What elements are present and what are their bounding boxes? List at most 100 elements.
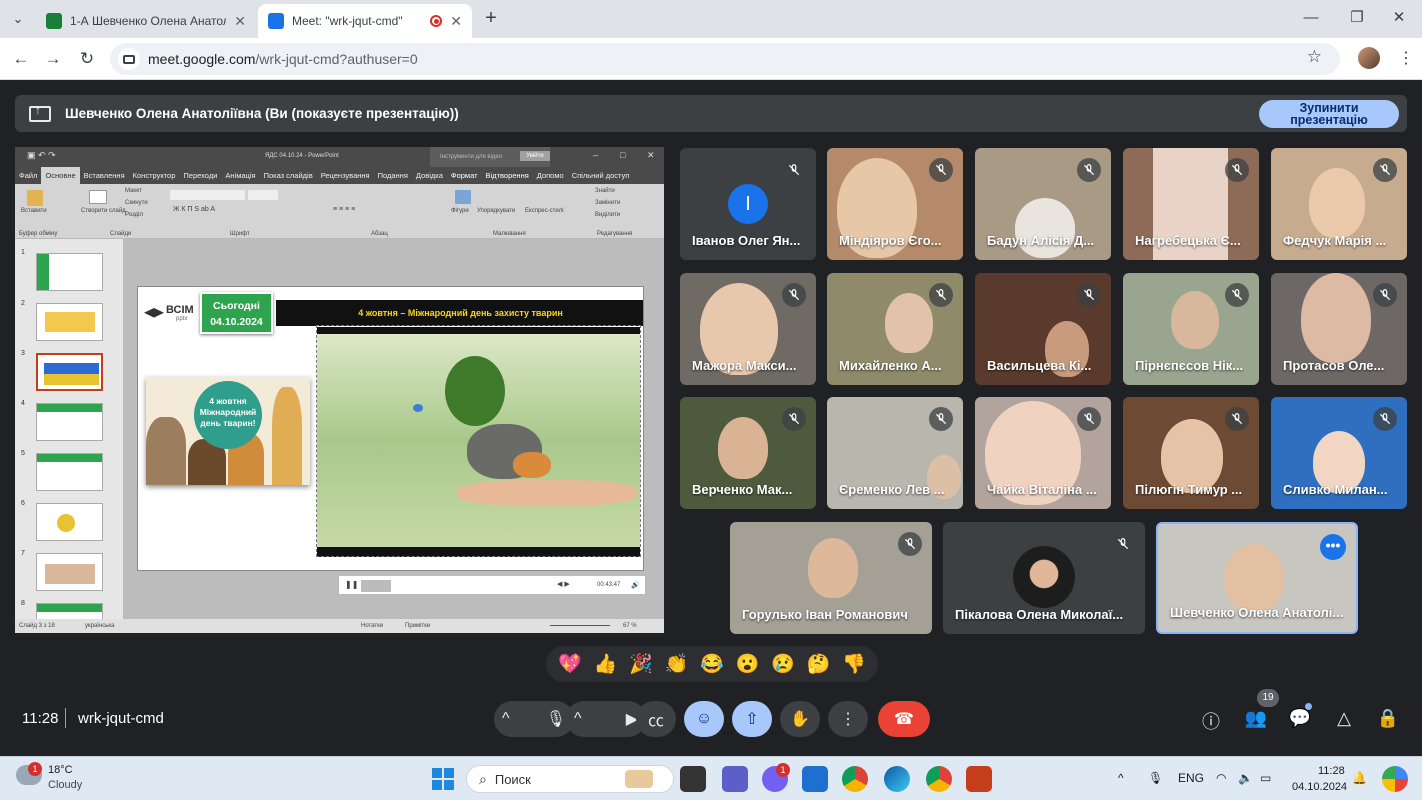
leave-call-button[interactable]: ☎: [878, 701, 930, 737]
copilot-icon[interactable]: [1382, 766, 1408, 792]
edge-icon[interactable]: [884, 766, 910, 792]
today-label: Сьогодні: [213, 300, 260, 312]
mic-off-icon: [1373, 158, 1397, 182]
chat-icon[interactable]: 💬: [1288, 708, 1312, 732]
store-icon[interactable]: [802, 766, 828, 792]
participant-tile[interactable]: Пірнєпєсов Нік...: [1123, 273, 1259, 385]
tab-search-icon[interactable]: ⌄: [6, 8, 30, 30]
participant-tile[interactable]: Михайленко А...: [827, 273, 963, 385]
participant-video: [1301, 273, 1371, 363]
thumbs-up-reaction[interactable]: 👍: [593, 652, 617, 676]
present-button[interactable]: ⇧: [732, 701, 772, 737]
participant-video: [1309, 168, 1365, 238]
participant-name: Пікалова Олена Миколаї...: [955, 607, 1124, 622]
tab-meet[interactable]: Meet: "wrk-jqut-cmd" ✕: [258, 4, 472, 38]
slide-thumbnail: [36, 303, 103, 341]
taskbar-time[interactable]: 11:28: [1318, 765, 1345, 777]
participant-tile[interactable]: Федчук Марія ...: [1271, 148, 1407, 260]
participant-tile[interactable]: Пікалова Олена Миколаї...: [943, 522, 1145, 634]
participant-name: Єременко Лев ...: [839, 482, 945, 497]
site-info-icon[interactable]: [118, 48, 140, 70]
volume-icon[interactable]: 🔈: [1238, 771, 1253, 785]
bookmark-star-icon[interactable]: ☆: [1307, 47, 1322, 67]
thinking-reaction[interactable]: 🤔: [807, 652, 831, 676]
camera-control[interactable]: ^ ▶: [566, 701, 646, 737]
poster-title-circle: 4 жовтня Міжнародний день тварин!: [194, 381, 262, 449]
participant-tile[interactable]: Сливко Милан...: [1271, 397, 1407, 509]
tray-chevron-icon[interactable]: ^: [1118, 771, 1124, 785]
chevron-up-icon[interactable]: ^: [502, 710, 510, 728]
thumbs-down-reaction[interactable]: 👎: [842, 652, 866, 676]
browser-tab-strip: ⌄ 1-А Шевченко Олена Анатолі ✕ Meet: "wr…: [0, 0, 1422, 38]
participant-tile[interactable]: Васильцева Кі...: [975, 273, 1111, 385]
ppt-sign-in: Увійти: [520, 151, 550, 161]
address-bar[interactable]: meet.google.com/wrk-jqut-cmd?authuser=0 …: [110, 43, 1340, 75]
language-indicator[interactable]: ENG: [1178, 771, 1204, 785]
participant-tile[interactable]: Пілюгін Тимур ...: [1123, 397, 1259, 509]
start-icon[interactable]: [432, 768, 454, 790]
captions-button[interactable]: ㏄: [636, 701, 676, 737]
logo-sub: pptx: [176, 316, 188, 322]
people-icon[interactable]: 👥: [1244, 708, 1268, 732]
laugh-reaction[interactable]: 😂: [700, 652, 724, 676]
wifi-icon[interactable]: ◠: [1216, 771, 1226, 785]
battery-icon[interactable]: ▭: [1260, 771, 1271, 785]
forward-icon[interactable]: →: [42, 48, 64, 70]
classroom-favicon-icon: [46, 13, 62, 29]
back-icon[interactable]: ←: [10, 48, 32, 70]
participant-name: Верченко Мак...: [692, 482, 793, 497]
mic-control[interactable]: ^ 🎙: [494, 701, 574, 737]
raise-hand-button[interactable]: ✋: [780, 701, 820, 737]
participant-tile[interactable]: Горулько Іван Романович: [730, 522, 932, 634]
powerpoint-icon[interactable]: [966, 766, 992, 792]
participant-tile[interactable]: Протасов Оле...: [1271, 273, 1407, 385]
reload-icon[interactable]: ↻: [76, 48, 98, 70]
mic-off-icon: [782, 158, 806, 182]
info-icon[interactable]: ⓘ: [1199, 708, 1223, 732]
mic-off-icon: [898, 532, 922, 556]
host-controls-icon[interactable]: 🔒: [1376, 708, 1400, 732]
sparkling-heart-reaction[interactable]: 💖: [558, 652, 582, 676]
participant-tile[interactable]: Чайка Віталіна ...: [975, 397, 1111, 509]
restore-icon[interactable]: ❐: [1334, 0, 1380, 36]
minimize-icon[interactable]: —: [1288, 0, 1334, 36]
new-tab-icon[interactable]: +: [480, 8, 502, 30]
ribbon-label: Упорядкувати: [477, 208, 516, 214]
participant-video: [1224, 544, 1284, 612]
notifications-icon[interactable]: 🔔: [1352, 771, 1367, 785]
chevron-up-icon[interactable]: ^: [574, 710, 582, 728]
crying-reaction[interactable]: 😢: [771, 652, 795, 676]
participant-tile[interactable]: Бадун Алісія Д...: [975, 148, 1111, 260]
more-options-icon[interactable]: •••: [1320, 534, 1346, 560]
clap-reaction[interactable]: 👏: [665, 652, 689, 676]
profile-avatar[interactable]: [1358, 47, 1380, 69]
participant-tile-self[interactable]: ••• Шевченко Олена Анатолі...: [1156, 522, 1358, 634]
mic-tray-icon[interactable]: 🎙: [1148, 771, 1163, 785]
teams-icon[interactable]: [722, 766, 748, 792]
task-view-icon[interactable]: [680, 766, 706, 792]
notes-label: Нотатки: [361, 623, 384, 629]
reactions-button[interactable]: ☺: [684, 701, 724, 737]
party-reaction[interactable]: 🎉: [629, 652, 653, 676]
browser-menu-icon[interactable]: ⋮: [1398, 48, 1414, 68]
participant-tile[interactable]: Єременко Лев ...: [827, 397, 963, 509]
participant-tile[interactable]: Нагребецька Є...: [1123, 148, 1259, 260]
participant-tile[interactable]: Мажора Макси...: [680, 273, 816, 385]
chrome-icon[interactable]: [842, 766, 868, 792]
chrome-profile-icon[interactable]: [926, 766, 952, 792]
participant-tile[interactable]: Міндіяров Єго...: [827, 148, 963, 260]
activities-icon[interactable]: △: [1332, 708, 1356, 732]
participant-tile[interactable]: І Іванов Олег Ян...: [680, 148, 816, 260]
stop-presenting-button[interactable]: Зупинити презентацію: [1259, 100, 1399, 128]
surprised-reaction[interactable]: 😮: [736, 652, 760, 676]
close-window-icon[interactable]: ✕: [1376, 0, 1422, 36]
shapes-icon: [455, 190, 471, 204]
more-options-button[interactable]: ⋮: [828, 701, 868, 737]
tab-classroom[interactable]: 1-А Шевченко Олена Анатолі ✕: [36, 4, 256, 38]
tab-close-icon[interactable]: ✕: [450, 13, 462, 30]
taskbar-date[interactable]: 04.10.2024: [1292, 781, 1347, 793]
taskbar-search[interactable]: ⌕ Поиск: [466, 765, 674, 793]
tab-close-icon[interactable]: ✕: [234, 13, 246, 30]
microphone-icon[interactable]: 🎙: [546, 709, 566, 729]
participant-tile[interactable]: Верченко Мак...: [680, 397, 816, 509]
